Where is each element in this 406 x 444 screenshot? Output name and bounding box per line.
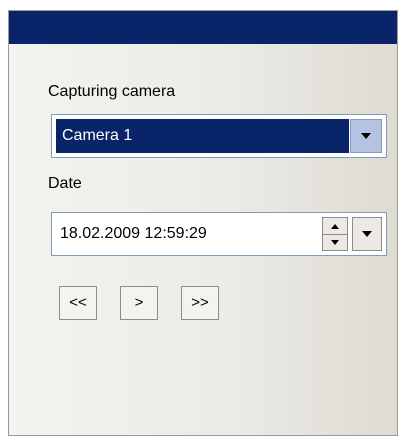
camera-select[interactable]: Camera 1 — [51, 114, 387, 158]
date-value[interactable]: 18.02.2009 12:59:29 — [60, 213, 207, 255]
date-spinner[interactable] — [322, 217, 348, 251]
title-bar — [9, 11, 397, 44]
spin-down-button[interactable] — [323, 234, 347, 250]
previous-button[interactable]: << — [59, 286, 97, 320]
camera-select-dropdown-button[interactable] — [350, 119, 382, 153]
chevron-down-icon — [361, 133, 371, 139]
date-label: Date — [48, 175, 82, 192]
playback-panel: Capturing camera Camera 1 Date 18.02.200… — [8, 10, 398, 436]
capturing-camera-label: Capturing camera — [48, 83, 176, 100]
next-button[interactable]: >> — [181, 286, 219, 320]
spin-up-icon — [331, 223, 339, 229]
camera-select-value: Camera 1 — [56, 119, 349, 153]
spin-down-icon — [331, 239, 339, 245]
date-dropdown-button[interactable] — [352, 217, 382, 251]
date-picker[interactable]: 18.02.2009 12:59:29 — [51, 212, 387, 256]
play-button[interactable]: > — [120, 286, 158, 320]
chevron-down-icon — [362, 231, 372, 237]
spin-up-button[interactable] — [323, 218, 347, 235]
